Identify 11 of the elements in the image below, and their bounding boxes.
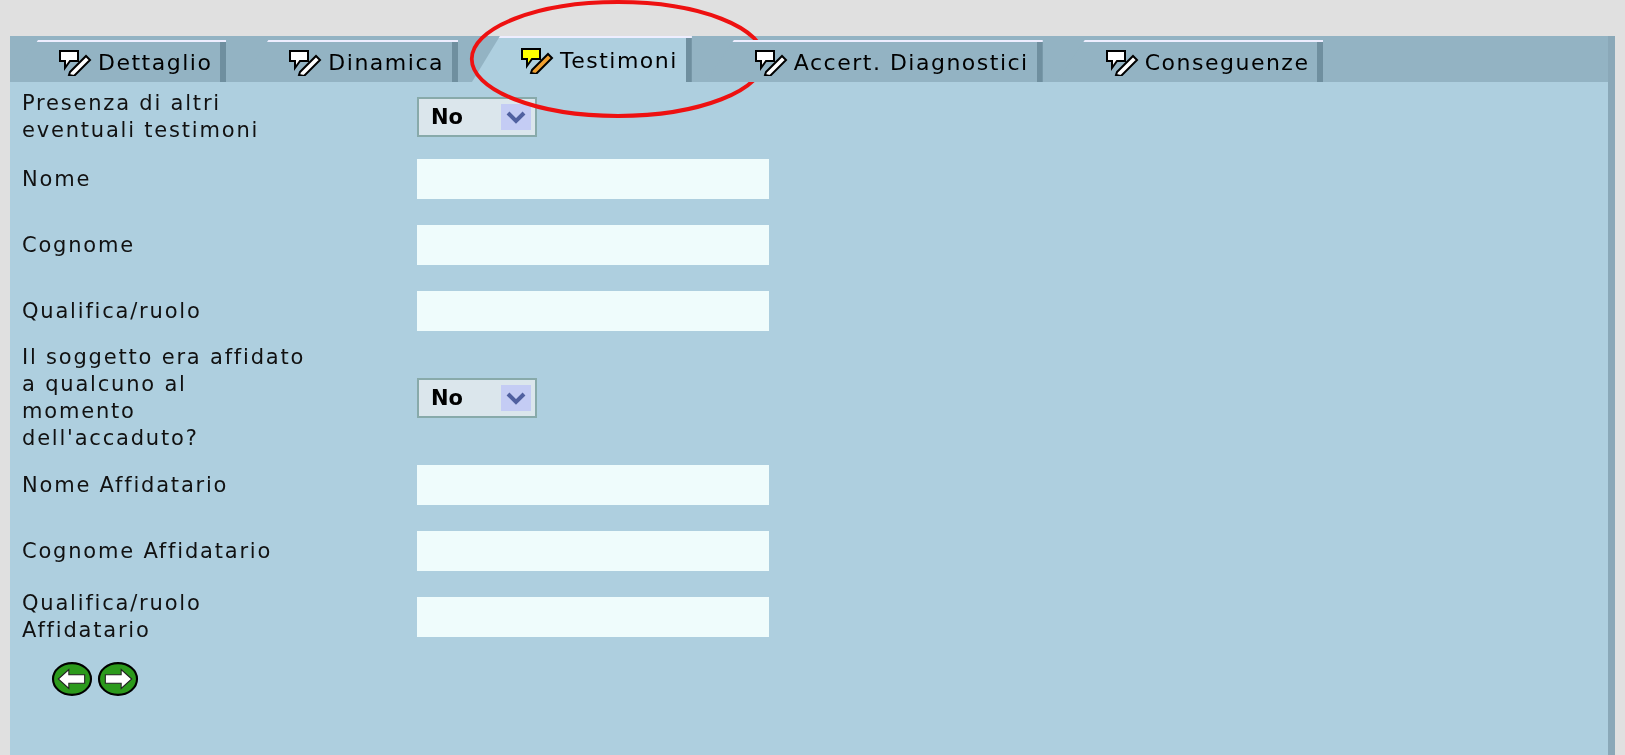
dropdown[interactable]: No <box>417 97 537 137</box>
field-label: Nome Affidatario <box>22 471 230 499</box>
dropdown[interactable]: No <box>417 378 537 418</box>
field-label: Cognome <box>22 231 136 259</box>
field-label: Qualifica/ruolo <box>22 297 203 325</box>
field-label: Nome <box>22 165 93 193</box>
field-label: Qualifica/ruolo Affidatario <box>22 590 203 644</box>
field-label: Cognome Affidatario <box>22 537 274 565</box>
tab[interactable]: Testimoni <box>471 36 692 82</box>
field-label: Il soggetto era affidato a qualcuno al momento dell'accaduto? <box>22 344 307 452</box>
field-label: Presenza di altri eventuali testimoni <box>22 90 261 144</box>
